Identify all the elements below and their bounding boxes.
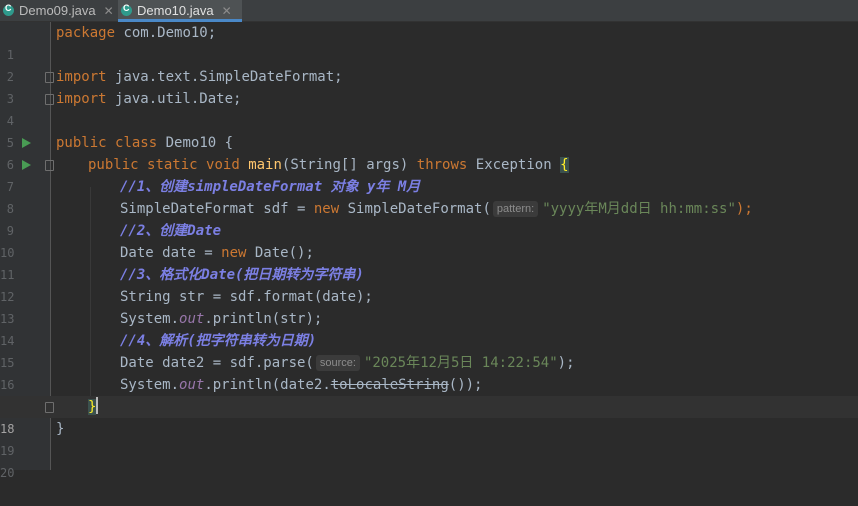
keyword: static	[147, 157, 198, 173]
code-text: SimpleDateFormat(	[339, 201, 491, 217]
fold-marker-icon[interactable]	[45, 72, 54, 83]
code-text: SimpleDateFormat sdf =	[120, 201, 314, 217]
code-line-19[interactable]: 19 }	[0, 418, 858, 458]
deprecated-method: toLocaleString	[330, 377, 449, 393]
static-field: out	[179, 377, 205, 393]
code-text: Date date2 = sdf.parse(	[120, 355, 314, 371]
code-line-6[interactable]: 6 public class Demo10 {	[0, 132, 858, 172]
keyword: new	[221, 245, 247, 261]
fold-marker-icon[interactable]	[45, 402, 54, 413]
code-line-7[interactable]: 7 public static void main(String[] args)…	[0, 154, 858, 194]
line-number: 20	[0, 466, 15, 480]
comment: //4、解析(把字符串转为日期)	[120, 333, 317, 349]
code-line-4[interactable]: 4 import java.util.Date;	[0, 88, 858, 128]
text-caret	[96, 397, 99, 414]
tab-label: Demo09.java	[19, 3, 96, 18]
code-line-9[interactable]: 9 SimpleDateFormat sdf = new SimpleDateF…	[0, 198, 858, 238]
java-class-icon	[3, 3, 14, 16]
code-line-15[interactable]: 15 //4、解析(把字符串转为日期)	[0, 330, 858, 370]
keyword: new	[313, 201, 340, 217]
static-field: out	[179, 311, 205, 327]
keyword: import	[56, 91, 107, 107]
code-line-17[interactable]: 17 System.out.println(date2.toLocaleStri…	[0, 374, 858, 414]
code-line-5[interactable]: 5	[0, 110, 858, 150]
close-icon[interactable]: ✕	[104, 4, 114, 18]
tab-demo10[interactable]: Demo10.java ✕	[118, 0, 242, 22]
code-text: java.text.SimpleDateFormat;	[106, 69, 343, 85]
tab-label: Demo10.java	[137, 3, 214, 18]
keyword: import	[56, 69, 107, 85]
code-line-3[interactable]: 3 import java.text.SimpleDateFormat;	[0, 66, 858, 106]
fold-marker-icon[interactable]	[45, 160, 54, 171]
matched-brace: }	[88, 399, 97, 415]
keyword: package	[56, 25, 116, 41]
code-text: System.	[120, 377, 180, 393]
code-text: Demo10 {	[157, 135, 234, 151]
code-text: .println(date2.	[204, 377, 331, 393]
parameter-hint: pattern:	[492, 201, 539, 217]
code-line-8[interactable]: 8 //1、创建simpleDateFormat 对象 y年 M月	[0, 176, 858, 216]
run-class-icon[interactable]	[22, 138, 31, 148]
code-text: }	[56, 421, 65, 437]
code-text: Date date =	[120, 245, 222, 261]
keyword: public	[56, 135, 107, 151]
matched-brace: {	[560, 157, 569, 173]
code-line-16[interactable]: 16 Date date2 = sdf.parse(source: "2025年1…	[0, 352, 858, 392]
code-text: String str = sdf.format(date);	[120, 289, 373, 305]
method-name: main	[248, 157, 282, 173]
parameter-hint: source:	[315, 355, 360, 371]
code-text: Exception	[467, 157, 561, 173]
code-text: Date();	[246, 245, 314, 261]
code-text: com.Demo10;	[115, 25, 217, 41]
code-text: System.	[120, 311, 180, 327]
keyword: throws	[416, 157, 468, 173]
code-text: );	[557, 355, 575, 371]
comment: //1、创建simpleDateFormat 对象 y年 M月	[120, 179, 421, 195]
code-text: (String[] args)	[281, 157, 417, 173]
code-line-12[interactable]: 12 //3、格式化Date(把日期转为字符串)	[0, 264, 858, 304]
string-literal: "yyyy年M月dd日 hh:mm:ss"	[542, 201, 736, 217]
code-line-11[interactable]: 11 Date date = new Date();	[0, 242, 858, 282]
code-line-14[interactable]: 14 System.out.println(str);	[0, 308, 858, 348]
code-line-10[interactable]: 10 //2、创建Date	[0, 220, 858, 260]
code-text: ());	[448, 377, 483, 393]
code-line-1[interactable]: 1 package com.Demo10;	[0, 22, 858, 62]
close-icon[interactable]: ✕	[222, 4, 232, 18]
comment: //2、创建Date	[120, 223, 222, 239]
string-literal: "2025年12月5日 14:22:54"	[363, 355, 558, 371]
run-method-icon[interactable]	[22, 160, 31, 170]
code-line-20[interactable]: 20	[0, 440, 858, 480]
code-line-18-current[interactable]: 18 }	[0, 396, 858, 436]
code-text: );	[735, 201, 753, 217]
java-class-icon	[121, 3, 132, 16]
code-line-2[interactable]: 2	[0, 44, 858, 84]
comment: //3、格式化Date(把日期转为字符串)	[120, 267, 364, 283]
keyword: public	[88, 157, 139, 173]
editor-tab-bar: Demo09.java ✕ Demo10.java ✕	[0, 0, 858, 22]
tab-demo09[interactable]: Demo09.java ✕	[0, 0, 116, 21]
keyword: class	[115, 135, 158, 151]
code-text: .println(str);	[204, 311, 323, 327]
fold-marker-icon[interactable]	[45, 94, 54, 105]
keyword: void	[206, 157, 240, 173]
code-text: java.util.Date;	[106, 91, 242, 107]
code-line-13[interactable]: 13 String str = sdf.format(date);	[0, 286, 858, 326]
